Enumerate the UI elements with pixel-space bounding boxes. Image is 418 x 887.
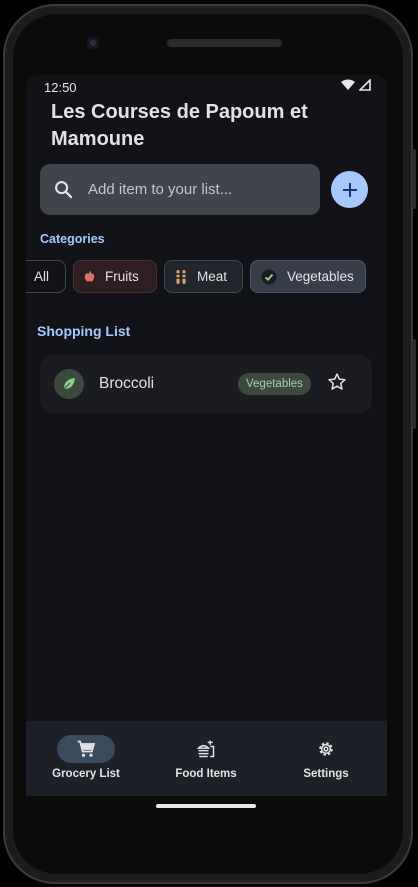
apple-icon	[84, 270, 95, 283]
home-indicator[interactable]	[156, 804, 256, 808]
status-time: 12:50	[44, 80, 77, 95]
nav-active-indicator	[57, 735, 115, 763]
nav-icon-container	[177, 735, 235, 763]
volume-button	[412, 149, 416, 209]
shopping-list-label: Shopping List	[37, 323, 131, 339]
nav-grocery-list[interactable]: Grocery List	[26, 721, 146, 796]
chip-meat[interactable]: Meat	[164, 260, 243, 293]
category-chips: All Fruits Meat Vegetables	[26, 260, 387, 296]
wifi-icon	[341, 79, 355, 90]
food-icon	[196, 740, 215, 758]
star-icon[interactable]	[327, 372, 347, 397]
cart-icon	[77, 740, 96, 757]
chip-label: All	[33, 269, 49, 284]
bottom-navigation: Grocery List Food Items Settings	[26, 721, 387, 796]
leaf-icon	[54, 369, 84, 399]
meat-icon	[175, 269, 187, 284]
list-item[interactable]: Broccoli Vegetables	[40, 355, 372, 413]
status-icons	[341, 79, 371, 91]
chip-fruits[interactable]: Fruits	[73, 260, 157, 293]
status-bar: 12:50	[26, 75, 387, 99]
plus-icon	[342, 182, 357, 197]
nav-icon-container	[297, 735, 355, 763]
nav-label: Grocery List	[52, 768, 120, 780]
power-button	[412, 339, 416, 429]
search-field[interactable]	[40, 164, 320, 215]
search-input[interactable]	[88, 164, 308, 215]
chip-label: Meat	[197, 269, 228, 284]
page-title: Les Courses de Papoum et Mamoune	[51, 101, 308, 150]
nav-label: Food Items	[175, 768, 237, 780]
categories-label: Categories	[40, 232, 105, 246]
nav-settings[interactable]: Settings	[266, 721, 386, 796]
chip-all[interactable]: All	[26, 260, 66, 293]
chip-vegetables[interactable]: Vegetables	[250, 260, 366, 293]
front-camera	[87, 37, 99, 49]
check-icon	[261, 269, 277, 285]
nav-label: Settings	[303, 768, 349, 780]
add-item-button[interactable]	[331, 171, 368, 208]
earpiece-speaker	[167, 39, 282, 47]
search-icon	[54, 180, 73, 204]
signal-icon	[359, 79, 371, 91]
chip-label: Vegetables	[287, 269, 354, 284]
gear-icon	[319, 742, 333, 756]
chip-label: Fruits	[105, 269, 139, 284]
app-screen: 12:50 Les Courses de Papoum et Mamoune C…	[26, 75, 387, 796]
item-name: Broccoli	[99, 375, 155, 392]
nav-food-items[interactable]: Food Items	[146, 721, 266, 796]
category-badge: Vegetables	[238, 373, 311, 395]
